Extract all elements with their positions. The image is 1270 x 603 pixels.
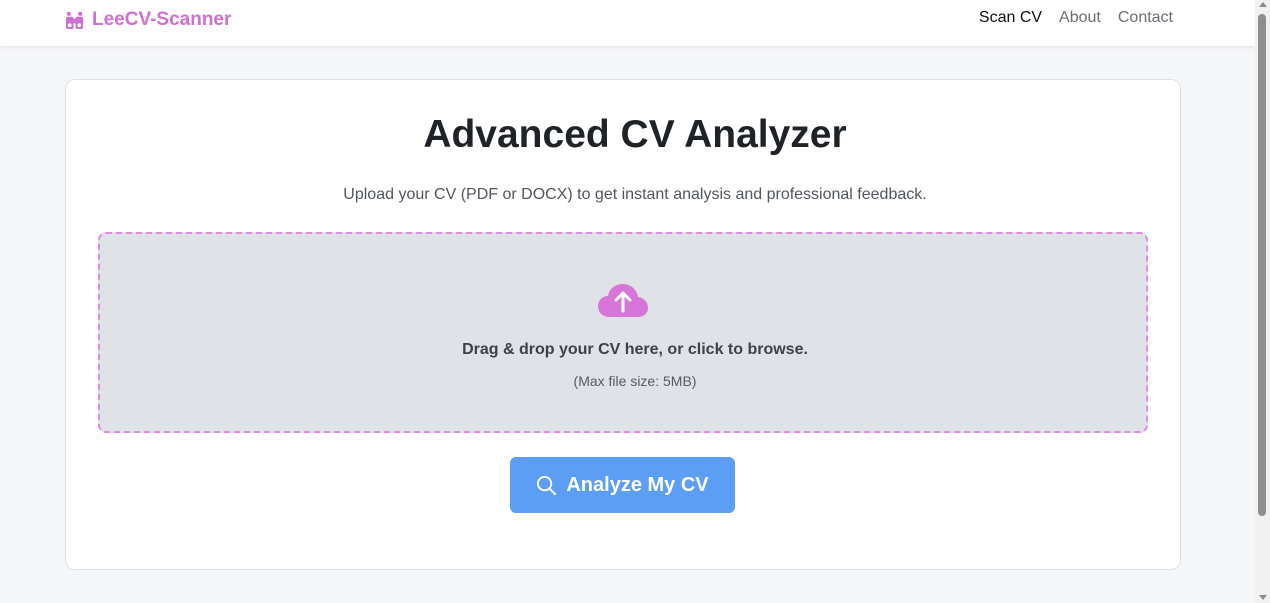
scroll-up-arrow-icon[interactable] <box>1259 2 1267 7</box>
nav-link-contact[interactable]: Contact <box>1118 9 1173 27</box>
cloud-upload-icon <box>598 284 648 317</box>
dropzone-subtext: (Max file size: 5MB) <box>573 373 697 389</box>
page-subtitle: Upload your CV (PDF or DOCX) to get inst… <box>343 186 927 203</box>
navbar: LeeCV-Scanner Scan CV About Contact <box>0 0 1255 46</box>
file-dropzone[interactable] <box>98 232 1148 433</box>
nav-link-scan-cv[interactable]: Scan CV <box>979 9 1042 27</box>
scroll-down-arrow-icon[interactable] <box>1259 595 1267 600</box>
nav-links: Scan CV About Contact <box>979 9 1173 27</box>
search-icon <box>537 475 557 495</box>
scrollbar-thumb[interactable] <box>1258 14 1266 516</box>
vertical-scrollbar[interactable] <box>1255 0 1270 603</box>
brand-link[interactable]: LeeCV-Scanner <box>65 8 231 32</box>
analyze-button[interactable]: Analyze My CV <box>510 457 735 513</box>
analyze-button-label: Analyze My CV <box>566 473 709 496</box>
binoculars-icon <box>65 11 84 29</box>
brand-name: LeeCV-Scanner <box>92 9 232 30</box>
nav-link-about[interactable]: About <box>1059 9 1101 27</box>
page-title: Advanced CV Analyzer <box>423 113 847 156</box>
dropzone-text: Drag & drop your CV here, or click to br… <box>462 341 808 358</box>
